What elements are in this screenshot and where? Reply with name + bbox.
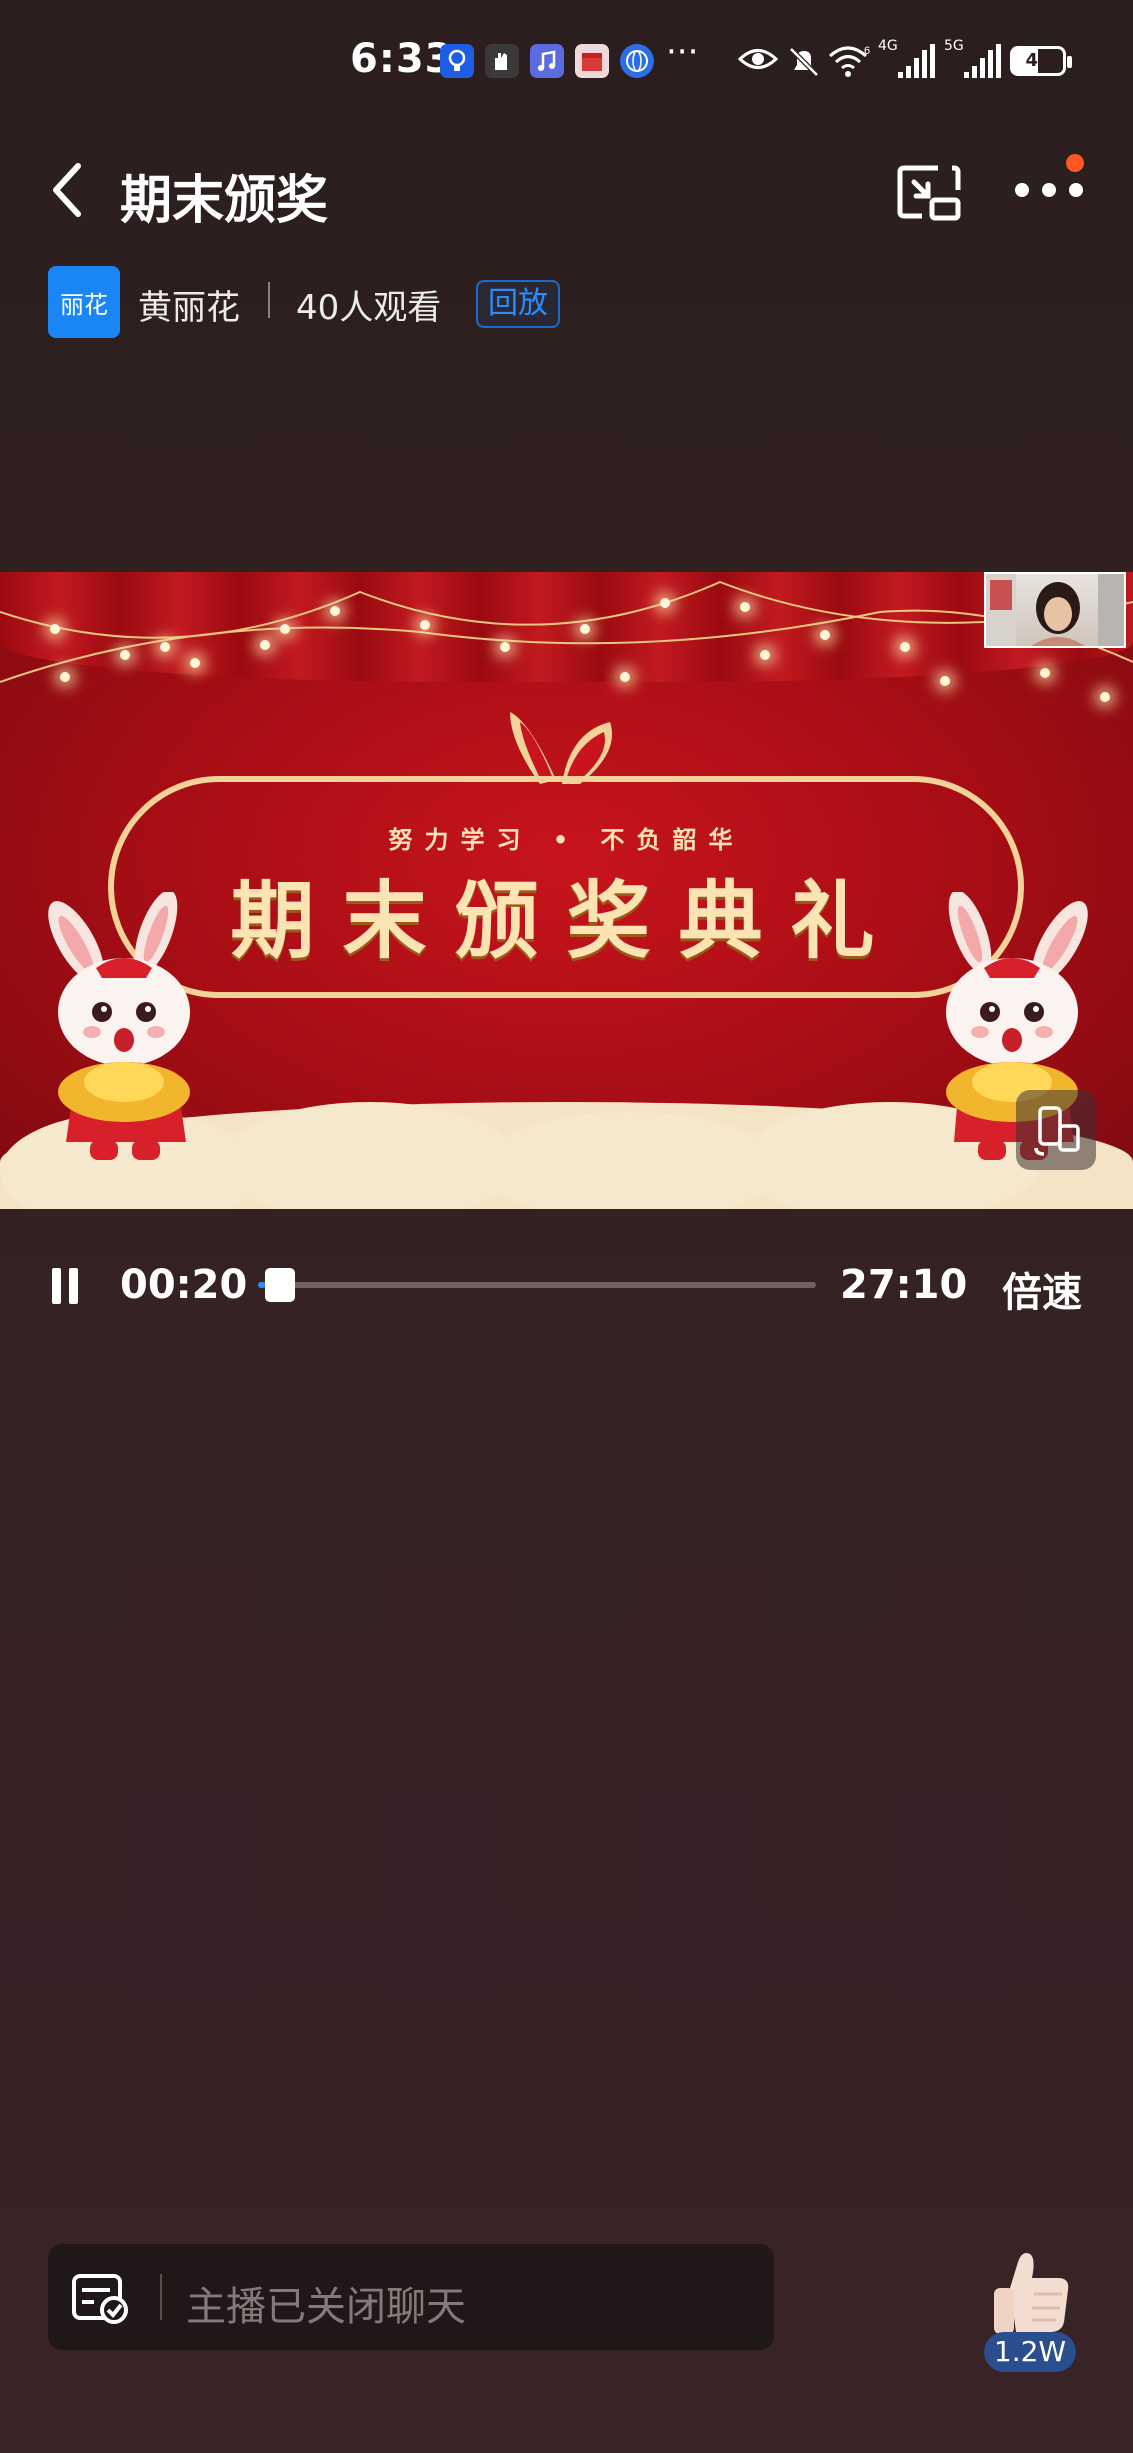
page-title: 期末颁奖 (120, 171, 329, 231)
current-time: 00:20 (120, 1262, 248, 1308)
progress-track[interactable] (258, 1282, 816, 1288)
network-label-5g: 5G (944, 38, 964, 54)
notification-dot (1066, 154, 1084, 172)
video-player[interactable]: 努力学习 • 不负韶华 期末颁奖典礼 (0, 572, 1133, 1209)
app-header: 期末颁奖 (0, 140, 1133, 240)
rotate-screen-icon (1034, 1106, 1080, 1156)
music-app-icon (530, 44, 564, 78)
like-button[interactable]: 1.2W (980, 2248, 1080, 2378)
back-arrow-icon[interactable] (46, 160, 86, 220)
wifi-icon: 6 (829, 45, 870, 77)
status-bar: 6:33 ··· 6 4G 5G 49 (0, 0, 1133, 120)
battery-level: 49 (1025, 50, 1051, 71)
playback-speed-button[interactable]: 倍速 (1002, 1260, 1082, 1318)
playback-controls: 00:20 27:10 倍速 (0, 1240, 1133, 1330)
signal-icon-2 (964, 44, 1001, 78)
chat-divider (160, 2274, 162, 2320)
rabbit-left-illustration (48, 892, 190, 1160)
eye-icon (738, 49, 778, 69)
chat-settings-icon[interactable] (70, 2272, 132, 2326)
chat-disabled-text: 主播已关闭聊天 (186, 2284, 466, 2330)
picture-in-picture-icon[interactable] (896, 162, 962, 222)
pause-button[interactable] (50, 1268, 80, 1304)
globe-app-icon (620, 44, 654, 78)
replay-badge: 回放 (476, 280, 560, 328)
pause-icon (52, 1268, 61, 1304)
host-info: 丽花 黄丽花 40人观看 回放 (48, 266, 948, 338)
mute-bell-icon (789, 47, 819, 77)
host-divider (268, 282, 270, 318)
wifi-badge: 6 (864, 45, 870, 57)
host-avatar[interactable]: 丽花 (48, 266, 120, 338)
progress-thumb[interactable] (264, 1268, 295, 1302)
battery-icon: 49 (1010, 46, 1072, 76)
thumbs-up-icon (994, 2253, 1069, 2334)
viewer-count: 40人观看 (296, 288, 442, 328)
hand-app-icon (485, 44, 519, 78)
duration: 27:10 (840, 1262, 968, 1308)
status-overflow: ··· (666, 32, 699, 72)
status-time: 6:33 (350, 36, 454, 82)
presenter-camera-thumbnail[interactable] (984, 572, 1126, 648)
banner-subtitle: 努力学习 • 不负韶华 (388, 826, 745, 854)
string-lights (0, 580, 1133, 683)
gift-app-icon (575, 44, 609, 78)
rotate-screen-button[interactable] (1016, 1090, 1096, 1170)
like-count: 1.2W (984, 2332, 1076, 2372)
lightbulb-app-icon (440, 44, 474, 78)
host-name[interactable]: 黄丽花 (138, 280, 240, 329)
chat-input-box[interactable]: 主播已关闭聊天 (48, 2244, 774, 2350)
network-label-4g: 4G (878, 38, 898, 54)
progress-fill (258, 1282, 265, 1288)
signal-icon-1 (898, 44, 935, 78)
more-options-icon[interactable] (1014, 174, 1084, 204)
